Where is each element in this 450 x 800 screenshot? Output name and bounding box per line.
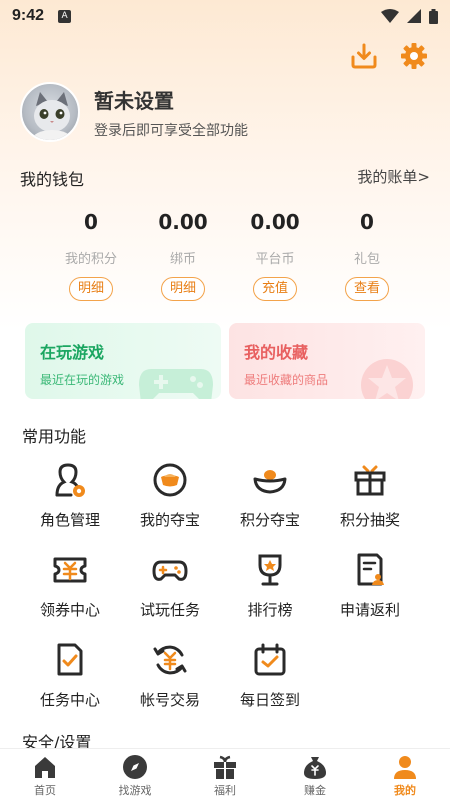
my-favorites-card[interactable]: 我的收藏 最近收藏的商品 (229, 323, 425, 399)
trophy-icon (258, 554, 282, 585)
my-bill-link[interactable]: 我的账单> (357, 166, 430, 187)
tab-label: 我的 (394, 784, 416, 797)
download-button[interactable] (350, 42, 378, 70)
notification-badge: A (58, 9, 72, 23)
wallet-label: 我的积分 (64, 252, 117, 267)
download-icon (351, 43, 377, 69)
cat-avatar-icon (32, 92, 72, 140)
login-prompt[interactable]: 登录后即可享受全部功能 (94, 120, 248, 140)
calendar-check-icon (254, 643, 286, 675)
ingot-icon (253, 469, 287, 493)
func-label: 积分抽奖 (339, 511, 400, 529)
recharge-button[interactable]: 充值 (252, 277, 297, 301)
account-trade-icon (153, 645, 187, 674)
top-actions (350, 42, 428, 70)
wallet-value: 0.00 (250, 210, 300, 234)
star-decoration-icon (361, 359, 413, 399)
wallet-item-platform-coins: 0.00 平台币 充值 (229, 210, 321, 301)
func-label: 帐号交易 (139, 691, 200, 709)
wallet-grid: 0 我的积分 明细 0.00 绑币 明细 0.00 平台币 充值 0 礼包 查看 (0, 210, 450, 301)
func-label: 领券中心 (39, 601, 100, 619)
wallet-value: 0 (84, 210, 98, 234)
func-label: 试玩任务 (139, 601, 200, 619)
tab-label: 找游戏 (118, 784, 152, 797)
settings-button[interactable] (400, 42, 428, 70)
gift-icon (214, 755, 236, 779)
tab-earn-gold[interactable]: 赚金 (270, 749, 360, 800)
playing-games-card[interactable]: 在玩游戏 最近在玩的游戏 (25, 323, 221, 399)
func-label: 排行榜 (247, 601, 293, 619)
wallet-item-bound-coins: 0.00 绑币 明细 (137, 210, 229, 301)
func-label: 我的夺宝 (139, 511, 200, 529)
func-label: 积分夺宝 (239, 511, 300, 529)
tab-welfare[interactable]: 福利 (180, 749, 270, 800)
tab-find-games[interactable]: 找游戏 (90, 749, 180, 800)
func-points-treasure[interactable]: 积分夺宝 (220, 460, 320, 530)
status-time: 9:42 (12, 7, 45, 24)
compass-icon (123, 755, 147, 779)
bound-coins-detail-button[interactable]: 明细 (160, 277, 205, 301)
wifi-icon (381, 9, 399, 23)
rebate-doc-icon (357, 553, 384, 585)
points-detail-button[interactable]: 明细 (68, 277, 113, 301)
gear-icon (401, 43, 427, 69)
wallet-item-gift-packs: 0 礼包 查看 (321, 210, 413, 301)
func-account-trade[interactable]: 帐号交易 (120, 640, 220, 710)
task-doc-icon (57, 643, 83, 675)
card-title: 在玩游戏 (40, 343, 105, 362)
functions-grid: 角色管理 我的夺宝 积分夺宝 积分抽奖 领券中心 试玩任务 排行榜 申请返利 任… (20, 460, 440, 710)
tab-label: 赚金 (304, 784, 326, 797)
treasure-icon (153, 463, 187, 496)
wallet-label: 绑币 (169, 252, 196, 267)
coupon-icon (53, 557, 87, 582)
view-gifts-button[interactable]: 查看 (344, 277, 389, 301)
func-points-lottery[interactable]: 积分抽奖 (320, 460, 420, 530)
bottom-tab-bar: 首页 找游戏 福利 赚金 我的 (0, 748, 450, 800)
func-daily-checkin[interactable]: 每日签到 (220, 640, 320, 710)
battery-icon (429, 8, 438, 24)
func-label: 角色管理 (39, 511, 100, 529)
profile-section[interactable]: 暂未设置 登录后即可享受全部功能 (20, 82, 248, 142)
func-coupon-center[interactable]: 领券中心 (20, 550, 120, 620)
func-task-center[interactable]: 任务中心 (20, 640, 120, 710)
tab-home[interactable]: 首页 (0, 749, 90, 800)
profile-name[interactable]: 暂未设置 (94, 85, 248, 114)
func-label: 任务中心 (39, 691, 100, 709)
wallet-label: 礼包 (353, 252, 380, 267)
func-trial-task[interactable]: 试玩任务 (120, 550, 220, 620)
func-label: 每日签到 (239, 691, 300, 709)
func-apply-rebate[interactable]: 申请返利 (320, 550, 420, 620)
signal-icon (407, 9, 421, 23)
money-bag-icon (304, 757, 326, 779)
gamepad-decoration-icon (139, 369, 213, 399)
tab-label: 福利 (214, 784, 236, 797)
avatar[interactable] (20, 82, 80, 142)
user-icon (394, 756, 416, 779)
tab-mine[interactable]: 我的 (360, 749, 450, 800)
wallet-label: 平台币 (255, 252, 295, 267)
func-role-manage[interactable]: 角色管理 (20, 460, 120, 530)
func-my-treasure[interactable]: 我的夺宝 (120, 460, 220, 530)
wallet-item-points: 0 我的积分 明细 (45, 210, 137, 301)
role-manage-icon (55, 462, 85, 497)
functions-title: 常用功能 (22, 427, 87, 446)
wallet-value: 0 (360, 210, 374, 234)
wallet-title: 我的钱包 (20, 170, 85, 189)
func-label: 申请返利 (339, 601, 400, 619)
status-bar: 9:42 A (0, 0, 450, 32)
tab-label: 首页 (34, 784, 56, 797)
gift-box-icon (354, 465, 386, 495)
gamepad-icon (152, 560, 188, 581)
wallet-value: 0.00 (158, 210, 208, 234)
func-leaderboard[interactable]: 排行榜 (220, 550, 320, 620)
home-icon (35, 757, 55, 778)
